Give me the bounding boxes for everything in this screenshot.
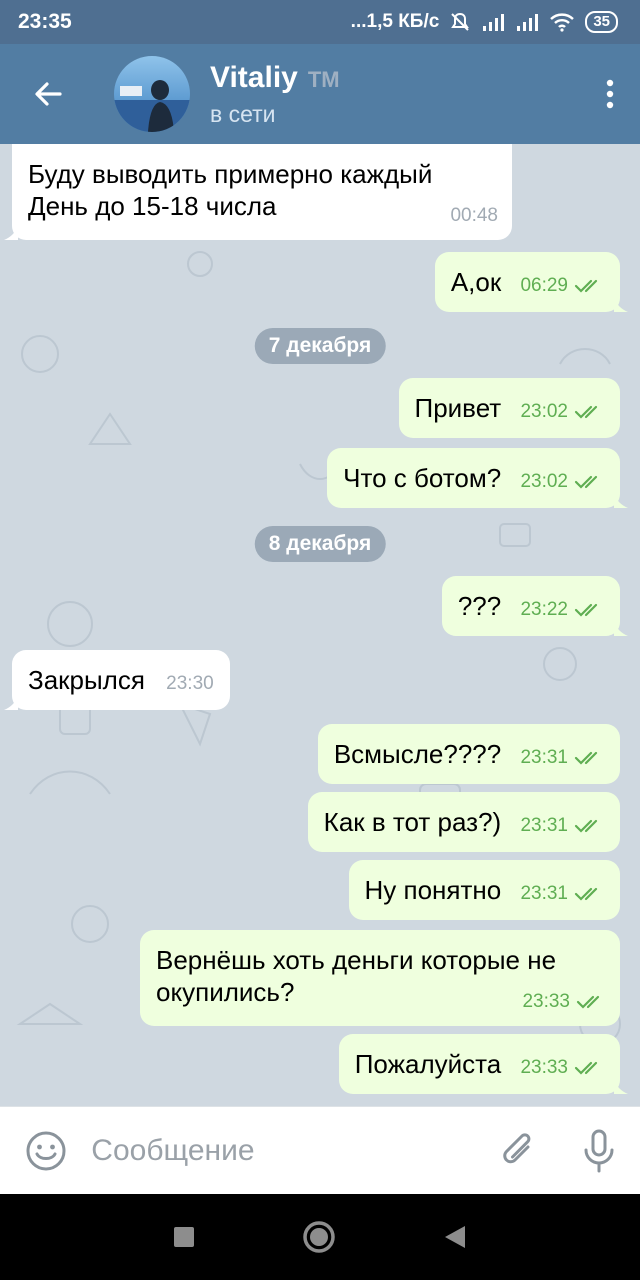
battery-indicator: 35 xyxy=(585,11,618,33)
message-meta: 23:33 xyxy=(520,1052,604,1084)
status-icons: ...1,5 КБ/с 35 xyxy=(351,11,618,33)
network-speed: ...1,5 КБ/с xyxy=(350,11,440,32)
message-input[interactable] xyxy=(91,1133,478,1168)
microphone-button[interactable] xyxy=(559,1128,640,1174)
double-check-icon xyxy=(574,819,598,833)
message-incoming[interactable]: Буду выводить примерно каждый День до 15… xyxy=(4,144,512,240)
recents-icon[interactable] xyxy=(173,1226,195,1248)
microphone-icon xyxy=(584,1129,614,1172)
back-arrow-icon xyxy=(35,82,62,106)
avatar[interactable] xyxy=(114,56,190,132)
mute-alarm-icon xyxy=(451,12,470,31)
message-text: Пожалуйста xyxy=(354,1049,502,1079)
double-check-icon xyxy=(576,995,600,1009)
chat-header: Vitaliy TM в сети xyxy=(0,44,640,144)
bubble-tail xyxy=(4,696,18,710)
message-text: Закрылся xyxy=(28,665,145,695)
message-outgoing[interactable]: Вернёшь хоть деньги которые не окупились… xyxy=(140,930,620,1026)
chat-area[interactable]: Буду выводить примерно каждый День до 15… xyxy=(0,144,640,1106)
status-time: 23:35 xyxy=(18,10,72,33)
bubble-tail xyxy=(4,226,18,240)
double-check-icon xyxy=(574,887,598,901)
double-check-icon xyxy=(574,603,598,617)
message-text: Привет xyxy=(414,393,502,423)
home-icon[interactable] xyxy=(302,1220,336,1254)
double-check-icon xyxy=(574,751,598,765)
message-outgoing[interactable]: А,ок 06:29 xyxy=(434,252,628,312)
message-outgoing[interactable]: ??? 23:22 xyxy=(441,576,628,636)
bubble-tail xyxy=(614,622,628,636)
message-time: 23:30 xyxy=(166,673,214,694)
message-text: ??? xyxy=(457,591,502,621)
message-time: 00:48 xyxy=(450,205,498,226)
message-meta: 23:31 xyxy=(520,810,604,842)
message-outgoing[interactable]: Пожалуйста 23:33 xyxy=(338,1034,628,1094)
message-time: 23:33 xyxy=(522,991,570,1012)
message-meta: 00:48 xyxy=(450,200,498,232)
message-meta: 23:30 xyxy=(166,668,214,700)
contact-badge: TM xyxy=(307,66,340,92)
system-nav-bar xyxy=(0,1194,640,1280)
message-text: Всмысле???? xyxy=(333,739,502,769)
emoji-icon xyxy=(26,1131,66,1170)
contact-name: Vitaliy xyxy=(210,60,298,94)
message-time: 23:02 xyxy=(520,471,568,492)
message-meta: 06:29 xyxy=(520,270,604,302)
message-incoming[interactable]: Закрылся 23:30 xyxy=(4,650,230,710)
message-outgoing[interactable]: Всмысле???? 23:31 xyxy=(317,724,620,784)
message-time: 23:31 xyxy=(520,815,568,836)
message-text: День до 15-18 числа xyxy=(28,191,277,221)
message-outgoing[interactable]: Как в тот раз?) 23:31 xyxy=(307,792,620,852)
message-time: 23:31 xyxy=(520,883,568,904)
bubble-tail xyxy=(614,494,628,508)
message-outgoing[interactable]: Ну понятно 23:31 xyxy=(348,860,620,920)
contact-info[interactable]: Vitaliy TM в сети xyxy=(210,61,580,128)
wifi-icon xyxy=(550,13,575,32)
back-nav-icon[interactable] xyxy=(443,1224,467,1250)
contact-name-row: Vitaliy TM xyxy=(210,61,580,95)
message-meta: 23:31 xyxy=(520,742,604,774)
message-text: Вернёшь хоть деньги которые не xyxy=(156,945,557,975)
message-text: Что с ботом? xyxy=(343,463,502,493)
message-meta: 23:02 xyxy=(520,396,604,428)
paperclip-icon xyxy=(503,1132,531,1163)
message-time: 23:22 xyxy=(520,599,568,620)
date-separator: 8 декабря xyxy=(254,526,386,562)
message-meta: 23:02 xyxy=(520,466,604,498)
double-check-icon xyxy=(574,279,598,293)
signal-icon xyxy=(483,14,505,31)
contact-status: в сети xyxy=(210,100,276,127)
double-check-icon xyxy=(574,475,598,489)
message-text: Буду выводить примерно каждый xyxy=(28,159,433,189)
message-outgoing[interactable]: Что с ботом? 23:02 xyxy=(327,448,628,508)
signal-icon-2 xyxy=(517,14,539,31)
message-time: 23:02 xyxy=(520,401,568,422)
message-outgoing[interactable]: Привет 23:02 xyxy=(398,378,620,438)
message-time: 23:33 xyxy=(520,1057,568,1078)
status-bar: 23:35 ...1,5 КБ/с 35 xyxy=(0,0,640,44)
message-text: Ну понятно xyxy=(364,875,502,905)
back-button[interactable] xyxy=(0,44,96,144)
message-text: Как в тот раз?) xyxy=(323,807,502,837)
double-check-icon xyxy=(574,1061,598,1075)
more-button[interactable] xyxy=(580,44,640,144)
message-time: 06:29 xyxy=(520,275,568,296)
attach-button[interactable] xyxy=(477,1129,558,1173)
message-text: А,ок xyxy=(450,267,502,297)
bubble-tail xyxy=(614,298,628,312)
date-separator: 7 декабря xyxy=(254,328,386,364)
emoji-button[interactable] xyxy=(0,1129,91,1173)
message-meta: 23:33 xyxy=(522,986,606,1018)
double-check-icon xyxy=(574,405,598,419)
message-time: 23:31 xyxy=(520,747,568,768)
message-meta: 23:22 xyxy=(520,594,604,626)
more-vert-icon xyxy=(606,79,614,109)
bubble-tail xyxy=(614,1080,628,1094)
message-composer xyxy=(0,1106,640,1194)
message-meta: 23:31 xyxy=(520,878,604,910)
